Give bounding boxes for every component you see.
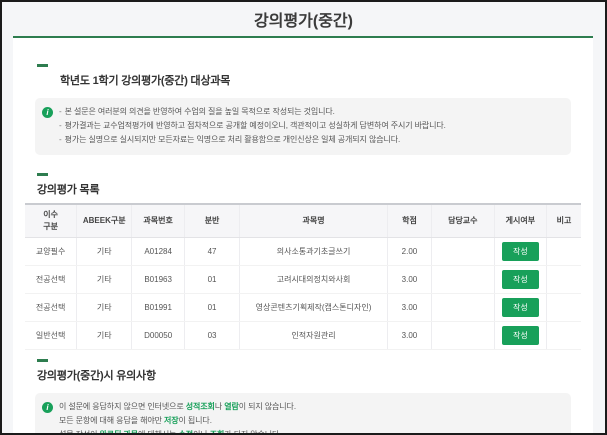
table-cell: 03: [184, 321, 240, 351]
table-cell-note: [545, 265, 581, 295]
caution-text: 에 대해서는: [137, 429, 179, 435]
course-table: 이수 구분 ABEEK구분 과목번호 분반 과목명 학점 담당교수 게시여부 비고 교양필수 기타…: [25, 203, 581, 351]
notice-line: - 평가결과는 교수업적평가에 반영하고 점차적으로 공개할 예정이오니, 객관적…: [59, 120, 446, 130]
table-cell: A01284: [131, 237, 185, 267]
section-course-list: 강의평가 목록: [37, 173, 581, 197]
write-button[interactable]: 작성: [501, 298, 539, 318]
table-cell: 01: [184, 293, 240, 323]
table-cell: 의사소통과기초글쓰기: [239, 237, 388, 267]
content-card: 학년도 1학기 강의평가(중간) 대상과목 i -본 설문은 여러분의 의견을 …: [13, 36, 593, 433]
table-cell: 2.00: [386, 237, 432, 267]
table-cell-action: 작성: [493, 321, 547, 351]
table-row: 전공선택 기타 B01963 01 고려시대의정치와사회 3.00 작성: [25, 265, 581, 295]
caution-line: 이 설문에 응답하지 않으면 인터넷으로 성적조회나 열람이 되지 않습니다.: [59, 401, 561, 414]
section-target-heading: 학년도 1학기 강의평가(중간) 대상과목: [60, 75, 231, 87]
table-cell: B01991: [131, 293, 185, 323]
column-header: 과목번호: [131, 203, 185, 239]
section-dash-icon: [37, 173, 48, 177]
table-cell-action: 작성: [493, 237, 547, 267]
table-cell: [430, 293, 495, 323]
column-header: 게시여부: [493, 203, 547, 239]
table-row: 일반선택 기타 D00050 03 인적자원관리 3.00 작성: [25, 321, 581, 351]
evaluation-page: 강의평가(중간) 학년도 1학기 강의평가(중간) 대상과목 i -본 설문은 …: [0, 0, 607, 435]
table-cell: 기타: [76, 265, 132, 295]
column-header: 이수 구분: [25, 203, 77, 239]
table-cell: 기타: [76, 237, 132, 267]
course-table-wrap: 이수 구분 ABEEK구분 과목번호 분반 과목명 학점 담당교수 게시여부 비고 교양필수 기타…: [25, 203, 581, 351]
notice-line: - 평가는 실명으로 실시되지만 모든자료는 익명으로 처리 활용함으로 개인신상…: [59, 134, 401, 144]
bullet-dash: -: [59, 134, 62, 144]
section-cautions: 강의평가(중간)시 유의사항: [37, 359, 581, 383]
caution-text: 모든 문항에 대해 응답을 해야만: [59, 416, 164, 426]
table-cell: 기타: [76, 293, 132, 323]
highlighted-keyword: 수정: [178, 429, 194, 435]
table-cell: 영상콘텐츠기획제작(캡스톤디자인): [239, 293, 388, 323]
highlighted-keyword: 완료된 과목: [99, 429, 139, 435]
course-table-body: 교양필수 기타 A01284 47 의사소통과기초글쓰기 2.00 작성 전공선택 기타 B019…: [25, 237, 581, 351]
section-target-courses: 학년도 1학기 강의평가(중간) 대상과목: [37, 64, 581, 88]
table-cell: 기타: [76, 321, 132, 351]
table-cell: 인적자원관리: [239, 321, 388, 351]
table-cell-note: [545, 237, 581, 267]
table-cell: 01: [184, 265, 240, 295]
table-cell-action: 작성: [493, 293, 547, 323]
cautions-notice-box: i 이 설문에 응답하지 않으면 인터넷으로 성적조회나 열람이 되지 않습니다…: [35, 393, 571, 435]
column-header: 분반: [184, 203, 240, 239]
table-cell: 3.00: [386, 321, 432, 351]
section-cautions-heading: 강의평가(중간)시 유의사항: [37, 370, 156, 383]
table-cell: 고려시대의정치와사회: [239, 265, 388, 295]
write-button[interactable]: 작성: [501, 326, 539, 346]
table-cell: 전공선택: [25, 293, 77, 323]
notice-line: -본 설문은 여러분의 의견을 반영하여 수업의 질을 높일 목적으로 작성되는…: [59, 107, 335, 116]
table-cell: 전공선택: [25, 265, 77, 295]
bullet-dash: -: [59, 107, 62, 116]
highlighted-keyword: 성적조회: [185, 402, 215, 412]
caution-line: 모든 문항에 대해 응답을 해야만 저장이 됩니다.: [59, 415, 561, 428]
caution-text: 설문 작성이: [59, 429, 100, 435]
table-cell: 47: [184, 237, 240, 267]
column-header: 담당교수: [430, 203, 495, 239]
course-table-header-row: 이수 구분 ABEEK구분 과목번호 분반 과목명 학점 담당교수 게시여부 비고: [25, 203, 581, 239]
caution-text: 이 되지 않습니다.: [238, 402, 296, 412]
table-cell: [430, 321, 495, 351]
section-list-heading: 강의평가 목록: [37, 184, 100, 197]
table-cell: 3.00: [386, 293, 432, 323]
info-icon: i: [42, 402, 53, 414]
table-cell-action: 작성: [493, 265, 547, 295]
caution-text: 이나: [193, 429, 210, 435]
column-header: 과목명: [239, 203, 388, 239]
table-cell-note: [545, 321, 581, 351]
title-bar: 강의평가(중간): [2, 2, 605, 36]
caution-text: 가 되지 않습니다.: [224, 429, 282, 435]
caution-text: 이 됩니다.: [178, 416, 212, 426]
target-notice-box: i -본 설문은 여러분의 의견을 반영하여 수업의 질을 높일 목적으로 작성…: [35, 98, 571, 156]
section-dash-icon: [37, 359, 48, 363]
table-cell: B01963: [131, 265, 185, 295]
table-row: 교양필수 기타 A01284 47 의사소통과기초글쓰기 2.00 작성: [25, 237, 581, 267]
table-cell: 일반선택: [25, 321, 77, 351]
table-cell: [430, 237, 495, 267]
highlighted-keyword: 열람: [224, 402, 239, 412]
caution-text: 나: [214, 402, 225, 412]
table-cell: 3.00: [386, 265, 432, 295]
table-cell: [430, 265, 495, 295]
table-row: 전공선택 기타 B01991 01 영상콘텐츠기획제작(캡스톤디자인) 3.00 작성: [25, 293, 581, 323]
highlighted-keyword: 저장: [164, 416, 179, 426]
column-header: ABEEK구분: [76, 203, 132, 239]
write-button[interactable]: 작성: [501, 270, 539, 290]
info-icon: i: [42, 107, 53, 118]
highlighted-keyword: 조회: [209, 429, 225, 435]
table-cell: 교양필수: [25, 237, 77, 267]
section-dash-icon: [37, 64, 48, 67]
caution-text: 이 설문에 응답하지 않으면 인터넷으로: [59, 402, 186, 412]
column-header: 학점: [386, 203, 432, 239]
table-cell: D00050: [131, 321, 185, 351]
page-title: 강의평가(중간): [254, 13, 353, 30]
bullet-dash: -: [59, 120, 62, 130]
write-button[interactable]: 작성: [501, 242, 539, 262]
column-header: 비고: [545, 203, 581, 239]
caution-line: 설문 작성이 완료된 과목에 대해서는 수정이나 조회가 되지 않습니다.: [59, 429, 561, 435]
table-cell-note: [545, 293, 581, 323]
